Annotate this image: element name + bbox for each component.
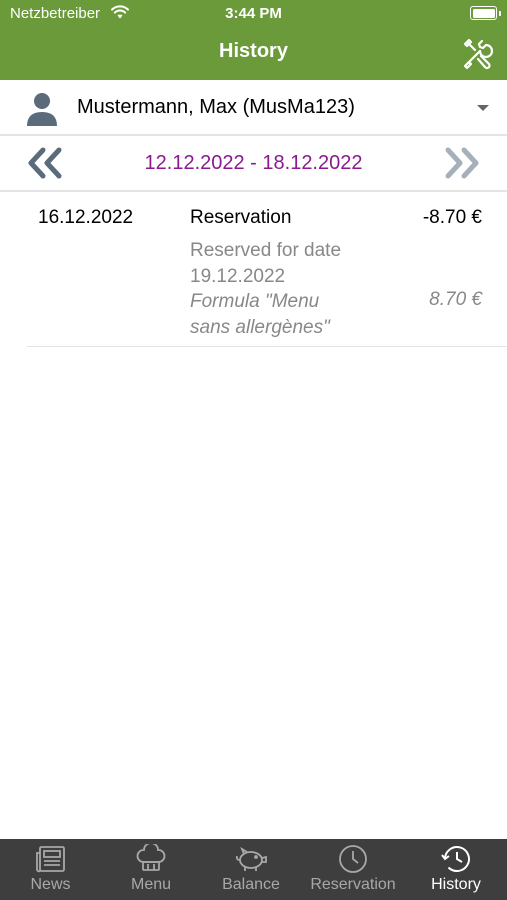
tab-history[interactable]: History: [405, 839, 507, 900]
newspaper-icon: [35, 846, 65, 873]
tools-icon[interactable]: [461, 36, 495, 70]
status-bar: Netzbetreiber 3:44 PM: [0, 0, 507, 28]
history-screen: Netzbetreiber 3:44 PM History Mustermann…: [0, 0, 507, 900]
week-range-label: 12.12.2022 - 18.12.2022: [144, 152, 363, 174]
reserved-label: Reserved for date: [190, 240, 342, 261]
tab-label: Menu: [130, 876, 172, 893]
reserved-date: 19.12.2022: [190, 266, 286, 287]
app-header: Netzbetreiber 3:44 PM History: [0, 0, 507, 80]
double-chevron-right-icon[interactable]: [441, 146, 481, 180]
tab-bar: News Menu Balance Reservation History: [0, 839, 507, 900]
tab-label: Balance: [222, 876, 280, 893]
entry-reserved-info: Reserved for date 19.12.2022: [190, 238, 420, 290]
piggy-bank-icon: [235, 846, 267, 871]
battery-icon: [470, 6, 501, 20]
tab-reservation[interactable]: Reservation: [301, 839, 405, 900]
user-name: Mustermann, Max (MusMa123): [77, 96, 355, 118]
formula-line-1: Formula "Menu: [190, 291, 320, 312]
list-item[interactable]: 16.12.2022 Reservation -8.70 € Reserved …: [27, 190, 507, 347]
tab-label: Reservation: [310, 876, 396, 893]
entry-date: 16.12.2022: [38, 207, 134, 228]
entry-formula: Formula "Menu sans allergènes": [190, 289, 410, 341]
person-icon: [24, 90, 60, 126]
chef-hat-icon: [136, 844, 166, 871]
entry-type: Reservation: [190, 207, 292, 228]
tab-label: News: [30, 876, 71, 893]
tab-news[interactable]: News: [0, 839, 101, 900]
formula-line-2: sans allergènes": [190, 317, 330, 338]
week-navigation: 12.12.2022 - 18.12.2022: [0, 136, 507, 192]
clock-icon: [339, 845, 367, 873]
status-time: 3:44 PM: [225, 5, 282, 22]
page-title: History: [219, 40, 288, 62]
entry-amount: -8.70 €: [422, 207, 482, 228]
formula-price: 8.70 €: [429, 289, 482, 310]
tab-menu[interactable]: Menu: [101, 839, 201, 900]
tab-label: History: [431, 876, 481, 893]
chevron-down-icon: [477, 105, 489, 111]
history-icon: [441, 846, 470, 872]
tab-balance[interactable]: Balance: [201, 839, 301, 900]
user-selector[interactable]: Mustermann, Max (MusMa123): [0, 80, 507, 136]
